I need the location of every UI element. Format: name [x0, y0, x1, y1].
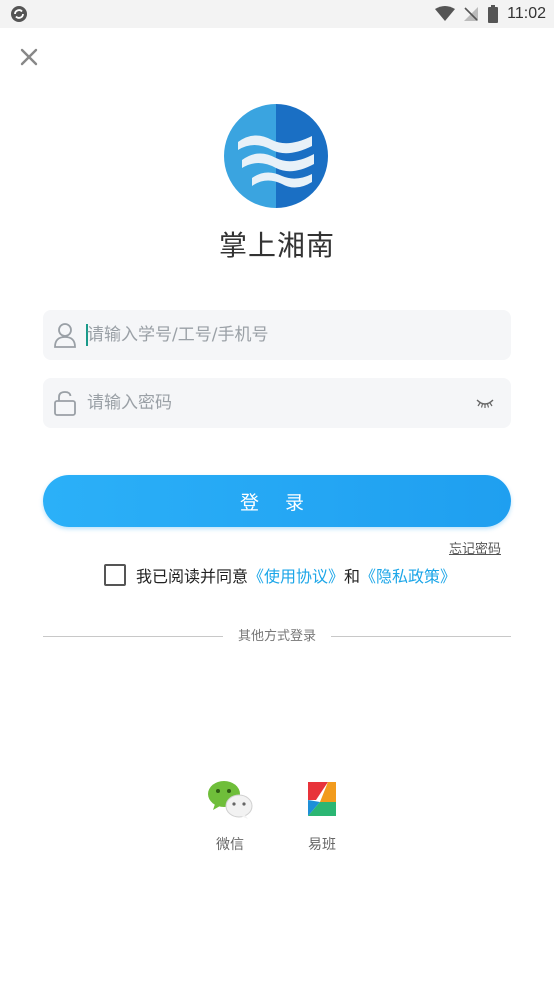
status-time: 11:02 — [507, 5, 546, 22]
terms-link[interactable]: 《使用协议》 — [248, 563, 344, 587]
no-signal-icon — [464, 7, 479, 21]
battery-icon — [488, 5, 499, 23]
wechat-login-button[interactable]: 微信 — [200, 778, 260, 854]
user-icon — [54, 323, 76, 348]
password-field-container — [43, 378, 511, 428]
agreement-prefix: 我已阅读并同意 — [136, 567, 249, 586]
forgot-password-link[interactable]: 忘记密码 — [449, 538, 501, 557]
close-icon[interactable] — [16, 44, 42, 70]
status-icons: 11:02 — [435, 0, 546, 28]
app-logo — [224, 104, 328, 208]
eye-closed-icon[interactable] — [475, 396, 495, 410]
alt-login-divider: 其他方式登录 — [43, 627, 511, 647]
username-field-container — [43, 310, 511, 360]
yiban-label: 易班 — [308, 837, 336, 853]
privacy-link[interactable]: 《隐私政策》 — [360, 563, 456, 587]
wifi-icon — [435, 6, 456, 21]
agreement-conjunction: 和 — [344, 567, 361, 586]
wechat-label: 微信 — [216, 837, 244, 853]
agreement-row: 我已阅读并同意 《使用协议》 和 《隐私政策》 — [104, 563, 456, 587]
lock-icon — [54, 391, 76, 416]
login-button[interactable]: 登 录 — [43, 475, 511, 527]
yiban-login-button[interactable]: 易班 — [292, 778, 352, 854]
yiban-icon — [308, 782, 336, 816]
wechat-icon — [208, 781, 253, 819]
username-input[interactable] — [87, 310, 467, 360]
divider-label: 其他方式登录 — [231, 629, 322, 644]
app-title: 掌上湘南 — [218, 229, 335, 262]
agreement-checkbox[interactable] — [104, 564, 126, 586]
sync-icon — [11, 6, 27, 22]
status-bar: 11:02 — [0, 0, 554, 28]
password-input[interactable] — [87, 378, 467, 428]
